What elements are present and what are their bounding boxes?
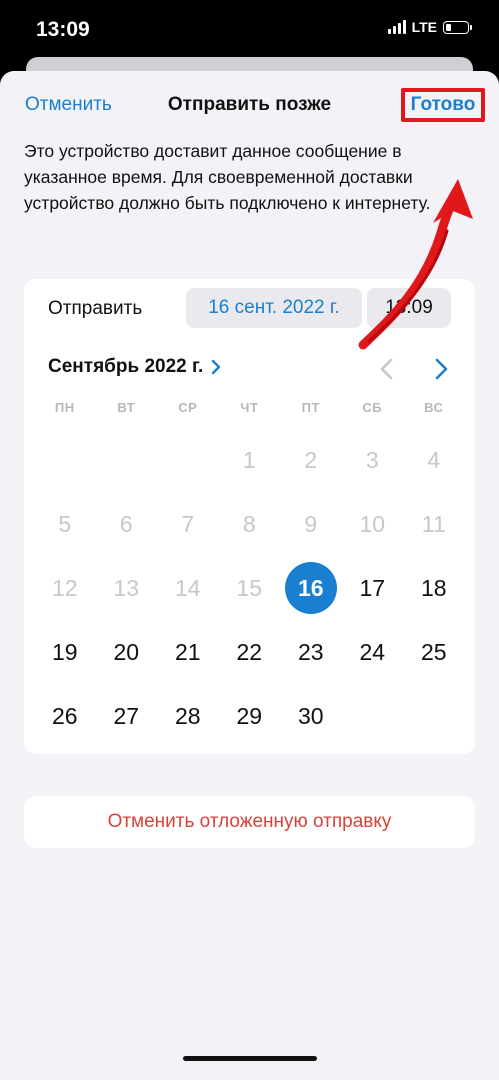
description-text: Это устройство доставит данное сообщение… — [24, 141, 431, 213]
calendar-day-number: 16 — [284, 562, 337, 614]
calendar-day-number: 25 — [420, 638, 447, 665]
calendar-blank-cell — [96, 428, 158, 492]
calendar-blank-cell — [157, 428, 219, 492]
calendar-day-number: 12 — [51, 574, 78, 601]
calendar-day: 11 — [403, 492, 465, 556]
calendar-day-number: 30 — [297, 702, 324, 729]
weekday-header: ПН ВТ СР ЧТ ПТ СБ ВС — [34, 400, 465, 415]
calendar-day-number: 7 — [181, 510, 195, 537]
calendar-day: 14 — [157, 556, 219, 620]
weekday-label: ПН — [54, 400, 75, 415]
calendar-day[interactable]: 25 — [403, 620, 465, 684]
calendar-day[interactable]: 19 — [34, 620, 96, 684]
calendar-day-number: 8 — [242, 510, 256, 537]
calendar-day-number: 5 — [58, 510, 72, 537]
date-picker-button[interactable]: 16 сент. 2022 г. — [186, 288, 362, 328]
calendar-day[interactable]: 26 — [34, 684, 96, 748]
calendar-day[interactable]: 30 — [280, 684, 342, 748]
month-selector[interactable]: Сентябрь 2022 г. — [48, 356, 223, 378]
next-month-icon[interactable] — [430, 357, 452, 381]
calendar-day-number: 20 — [113, 638, 140, 665]
calendar-day[interactable]: 20 — [96, 620, 158, 684]
nav-bar: Отменить Отправить позже Готово — [0, 88, 499, 122]
calendar-day: 7 — [157, 492, 219, 556]
weekday-label: ВС — [424, 400, 444, 415]
calendar-day-number: 3 — [365, 446, 379, 473]
chevron-right-icon — [212, 359, 221, 375]
calendar-day-number: 11 — [421, 510, 446, 537]
calendar-day-number: 15 — [236, 574, 263, 601]
calendar-day[interactable]: 17 — [342, 556, 404, 620]
calendar-day-number: 2 — [304, 446, 318, 473]
calendar-day: 10 — [342, 492, 404, 556]
calendar-day: 1 — [219, 428, 281, 492]
calendar-day: 8 — [219, 492, 281, 556]
calendar-day[interactable]: 22 — [219, 620, 281, 684]
calendar-day-number: 14 — [174, 574, 201, 601]
signal-icon — [387, 20, 406, 34]
send-label: Отправить — [48, 298, 143, 319]
calendar-day: 2 — [280, 428, 342, 492]
send-later-sheet: Отменить Отправить позже Готово Это устр… — [0, 71, 499, 1080]
calendar-day-number: 1 — [242, 446, 256, 473]
month-label: Сентябрь 2022 г. — [48, 356, 204, 377]
calendar-day: 4 — [403, 428, 465, 492]
time-picker-button[interactable]: 13:09 — [367, 288, 451, 328]
calendar-day-number: 21 — [174, 638, 201, 665]
calendar-day[interactable]: 24 — [342, 620, 404, 684]
home-indicator[interactable] — [183, 1056, 317, 1061]
calendar-day: 13 — [96, 556, 158, 620]
calendar-day[interactable]: 29 — [219, 684, 281, 748]
calendar-day-number: 26 — [51, 702, 78, 729]
weekday-label: СР — [178, 400, 198, 415]
calendar-day[interactable]: 21 — [157, 620, 219, 684]
calendar-day-number: 28 — [174, 702, 201, 729]
calendar-day-number: 6 — [119, 510, 133, 537]
calendar-day-number: 27 — [113, 702, 140, 729]
calendar-day-number: 22 — [236, 638, 263, 665]
cancel-scheduled-send-button[interactable]: Отменить отложенную отправку — [24, 796, 475, 848]
calendar-day-number: 4 — [427, 446, 441, 473]
calendar-day-number: 10 — [359, 510, 386, 537]
status-indicators: LTE — [387, 19, 472, 35]
previous-month-icon[interactable] — [376, 357, 398, 381]
calendar-day[interactable]: 28 — [157, 684, 219, 748]
calendar-day[interactable]: 18 — [403, 556, 465, 620]
battery-icon — [443, 20, 472, 34]
calendar-day-number: 17 — [359, 574, 386, 601]
status-time: 13:09 — [36, 18, 90, 41]
calendar-day: 3 — [342, 428, 404, 492]
calendar-day-number: 9 — [304, 510, 318, 537]
calendar-day-number: 24 — [359, 638, 386, 665]
status-bar: 13:09 LTE — [0, 0, 499, 60]
calendar-day-number: 18 — [420, 574, 447, 601]
schedule-card: Отправить 16 сент. 2022 г. 13:09 Сентябр… — [24, 279, 475, 754]
calendar-day[interactable]: 23 — [280, 620, 342, 684]
calendar-day-number: 13 — [113, 574, 140, 601]
calendar-blank-cell — [34, 428, 96, 492]
calendar-day-number: 29 — [236, 702, 263, 729]
calendar-day-selected[interactable]: 16 — [280, 556, 342, 620]
network-label: LTE — [411, 19, 437, 35]
weekday-label: СБ — [362, 400, 383, 415]
weekday-label: ВТ — [117, 400, 136, 415]
calendar-day: 12 — [34, 556, 96, 620]
calendar-day: 5 — [34, 492, 96, 556]
send-row: Отправить 16 сент. 2022 г. 13:09 — [24, 279, 475, 337]
calendar-day: 6 — [96, 492, 158, 556]
calendar-grid: 1 2 3 4 5 6 7 8 9 10 11 12 13 14 15 16 17 18 19 20 21 22 23 24 2… — [34, 428, 465, 748]
done-button[interactable]: Готово — [401, 88, 485, 122]
calendar-day[interactable]: 27 — [96, 684, 158, 748]
calendar-day: 9 — [280, 492, 342, 556]
calendar-day-number: 23 — [297, 638, 324, 665]
calendar-day: 15 — [219, 556, 281, 620]
calendar-day-number: 19 — [51, 638, 78, 665]
weekday-label: ЧТ — [240, 400, 259, 415]
weekday-label: ПТ — [301, 400, 320, 415]
